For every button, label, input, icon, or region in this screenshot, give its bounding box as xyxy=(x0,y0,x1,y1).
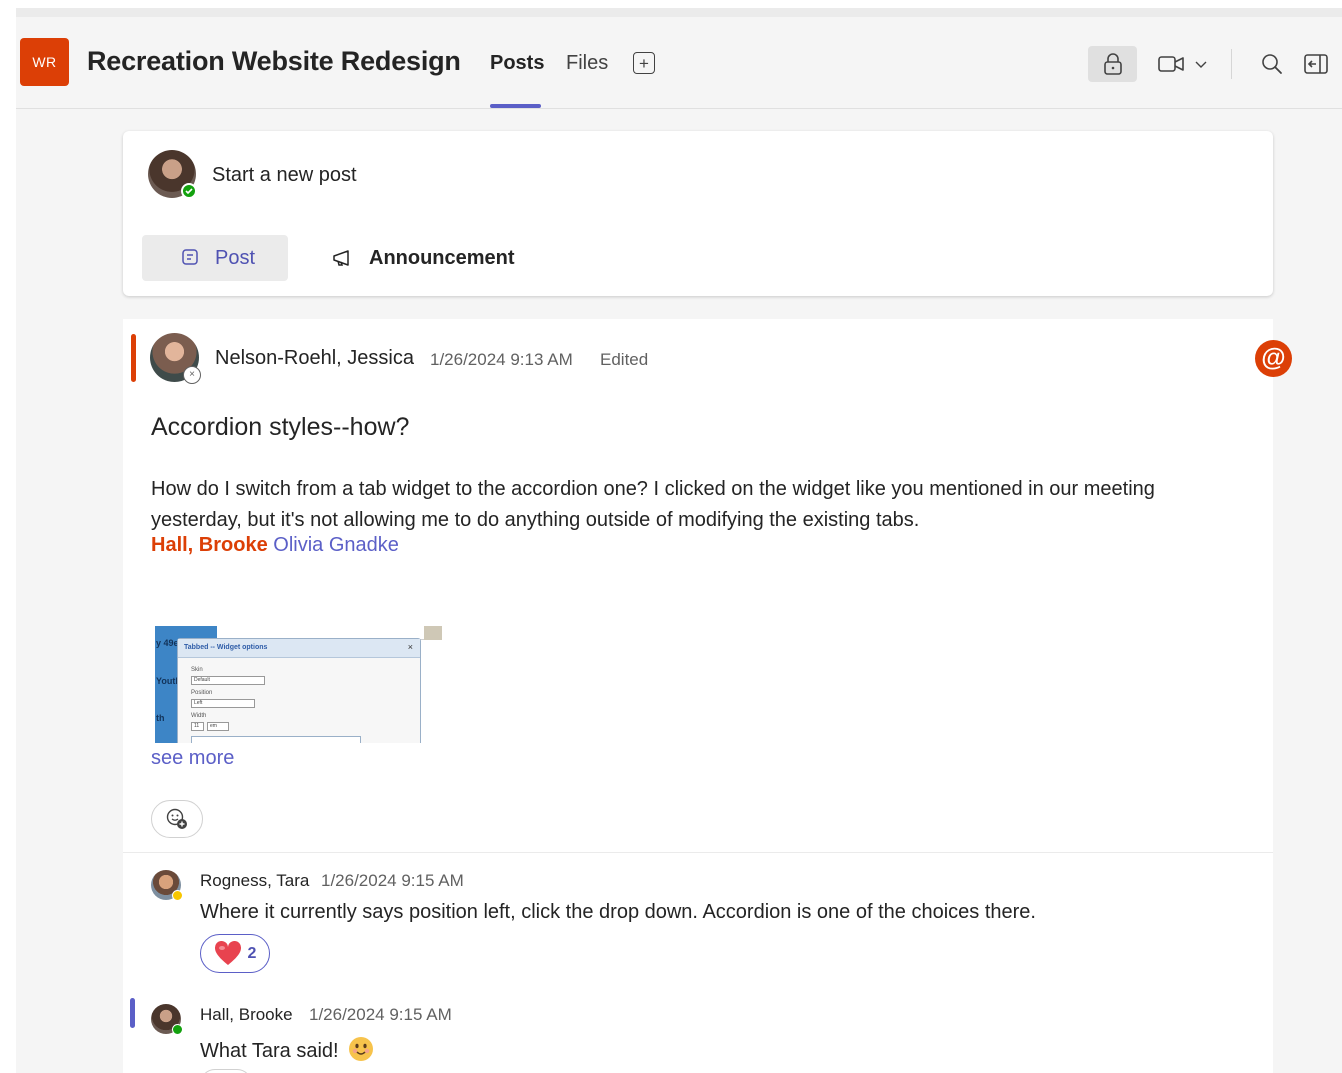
post-subject: Accordion styles--how? xyxy=(151,413,410,441)
title-bar-strip xyxy=(16,8,1342,17)
post-button[interactable]: Post xyxy=(142,235,288,281)
team-avatar[interactable]: WR xyxy=(20,38,69,86)
plus-icon: + xyxy=(639,53,649,73)
see-more-link[interactable]: see more xyxy=(151,747,234,770)
attachment-image[interactable]: y 49er Youth th Tabbed -- Widget options… xyxy=(155,626,442,743)
meet-button[interactable] xyxy=(1152,46,1214,82)
announcement-button[interactable]: Announcement xyxy=(331,235,515,281)
add-reaction-button[interactable] xyxy=(200,1069,252,1073)
add-reaction-button[interactable] xyxy=(151,800,203,838)
reply-avatar[interactable] xyxy=(151,870,183,901)
reply-timestamp: 1/26/2024 9:15 AM xyxy=(309,1005,452,1024)
author-name[interactable]: Nelson-Roehl, Jessica xyxy=(215,347,414,370)
video-icon xyxy=(1158,56,1184,72)
lock-icon xyxy=(1103,53,1122,75)
thumb-dialog-title: Tabbed -- Widget options xyxy=(178,639,420,658)
announcement-button-label: Announcement xyxy=(369,246,515,269)
replies-divider xyxy=(123,852,1273,853)
thumb-field-value: 11 xyxy=(191,722,204,731)
post-button-label: Post xyxy=(215,246,256,269)
post-icon xyxy=(181,248,199,272)
reply-avatar[interactable] xyxy=(151,1004,183,1035)
reply-text: Where it currently says position left, c… xyxy=(200,901,1036,923)
left-strip xyxy=(0,0,16,1073)
reply-text-content: What Tara said! xyxy=(200,1040,339,1062)
post-timestamp: 1/26/2024 9:13 AM xyxy=(430,350,573,369)
mention-accent-bar xyxy=(131,334,136,382)
thumb-field-value: Default xyxy=(191,676,265,685)
heart-reaction-button[interactable]: 2 xyxy=(200,934,270,973)
reply-author[interactable]: Rogness, Tara xyxy=(200,871,309,891)
start-post-input[interactable]: Start a new post xyxy=(212,164,357,187)
search-icon xyxy=(1262,54,1282,74)
lock-button[interactable] xyxy=(1088,46,1137,82)
header-divider xyxy=(1231,49,1232,79)
tab-posts[interactable]: Posts xyxy=(490,52,544,75)
thumb-field-label: Width xyxy=(191,713,207,719)
my-avatar xyxy=(148,150,197,199)
top-strip xyxy=(0,0,1342,8)
heart-icon xyxy=(214,940,241,965)
thumb-field-box xyxy=(191,736,361,743)
channel-header: WR Recreation Website Redesign Posts Fil… xyxy=(16,17,1342,109)
toggle-panel-button[interactable] xyxy=(1298,46,1334,82)
reply-author[interactable]: Hall, Brooke xyxy=(200,1005,293,1025)
search-button[interactable] xyxy=(1254,46,1290,82)
panel-icon xyxy=(1304,54,1328,74)
mention-olivia-gnadke[interactable]: Olivia Gnadke xyxy=(273,534,399,556)
post-mentions: Hall, Brooke Olivia Gnadke xyxy=(151,534,399,557)
post-body: How do I switch from a tab widget to the… xyxy=(151,478,1155,531)
author-avatar[interactable]: × xyxy=(150,333,201,384)
thumb-field-label: Position xyxy=(191,690,213,696)
conversation-thread: × Nelson-Roehl, Jessica 1/26/2024 9:13 A… xyxy=(123,319,1292,1073)
add-reaction-icon xyxy=(166,808,187,829)
thumb-dialog: Tabbed -- Widget options × Skin Default … xyxy=(177,638,421,743)
smile-emoji-icon xyxy=(349,1037,374,1061)
new-post-card: Start a new post Post Announcement xyxy=(123,131,1273,296)
add-tab-button[interactable]: + xyxy=(633,52,655,74)
thumb-corner xyxy=(424,626,442,640)
thumb-unit-select: em xyxy=(207,722,229,731)
tab-files[interactable]: Files xyxy=(566,52,608,75)
available-status-icon xyxy=(181,183,197,199)
reply-timestamp: 1/26/2024 9:15 AM xyxy=(321,871,464,890)
thumb-field-label: Skin xyxy=(191,667,203,673)
reaction-count: 2 xyxy=(247,944,257,962)
away-status-icon xyxy=(172,890,183,901)
chevron-down-icon xyxy=(1195,61,1207,68)
mention-icon: @ xyxy=(1255,340,1292,377)
available-status-icon xyxy=(172,1024,183,1035)
edited-label: Edited xyxy=(600,350,649,369)
team-title: Recreation Website Redesign xyxy=(87,46,461,76)
thumb-label: th xyxy=(156,713,165,723)
my-reply-accent-bar xyxy=(130,998,135,1028)
mention-hall-brooke[interactable]: Hall, Brooke xyxy=(151,534,268,556)
active-tab-indicator xyxy=(490,104,541,108)
reply-text: What Tara said! xyxy=(200,1036,374,1063)
offline-status-icon: × xyxy=(183,366,201,384)
thumb-close-icon: × xyxy=(407,642,413,652)
megaphone-icon xyxy=(331,248,353,274)
thumb-field-value: Left xyxy=(191,699,255,708)
